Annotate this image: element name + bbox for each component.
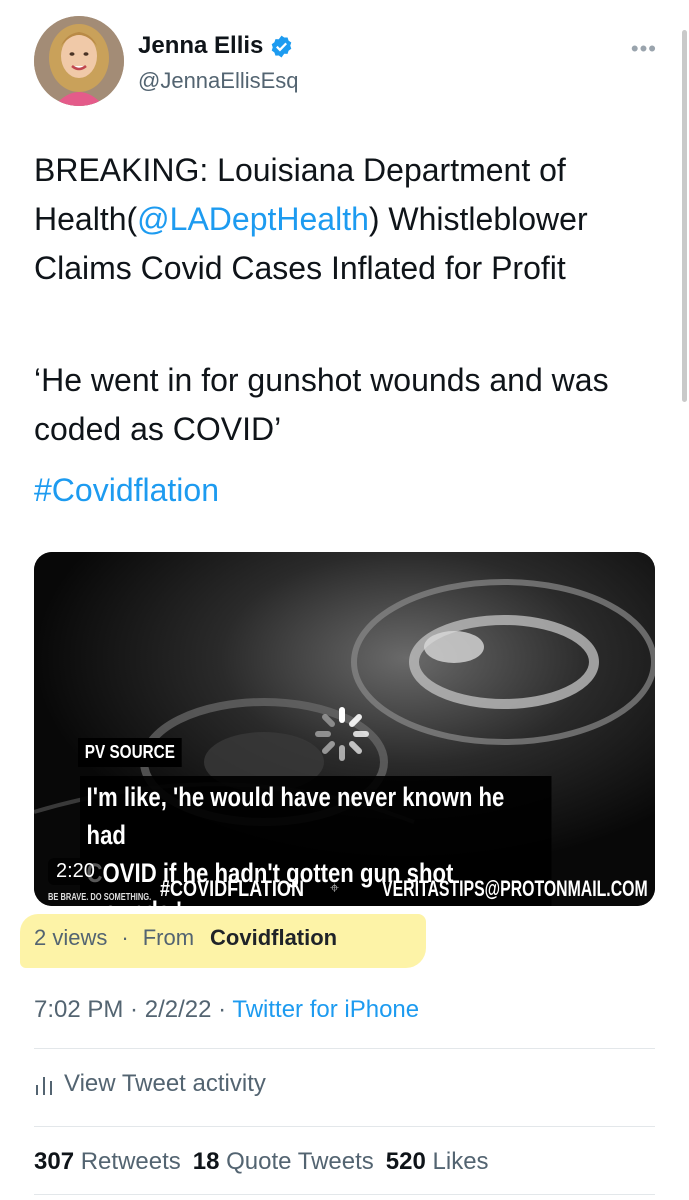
- crosshair-icon: ⌖: [330, 880, 340, 897]
- hashtag-overlay: #COVIDFLATION: [160, 876, 304, 901]
- avatar[interactable]: [34, 16, 124, 106]
- view-tweet-activity-button[interactable]: View Tweet activity: [34, 1070, 266, 1098]
- likes-count: 520: [385, 1148, 426, 1175]
- view-count: 2 views: [34, 925, 108, 950]
- from-label: From: [142, 925, 195, 950]
- view-tweet-activity-label: View Tweet activity: [64, 1070, 266, 1097]
- author-handle[interactable]: @JennaEllisEsq: [138, 68, 299, 94]
- activity-chart-icon: [36, 1077, 52, 1095]
- video-player[interactable]: PV SOURCE I'm like, 'he would have never…: [34, 552, 655, 906]
- separator-dot: ·: [211, 996, 233, 1023]
- divider: [34, 1194, 655, 1195]
- video-duration-badge: 2:20: [48, 858, 103, 885]
- mention-link[interactable]: @LADeptHealth: [137, 201, 369, 237]
- divider: [34, 1048, 655, 1049]
- more-options-icon[interactable]: •••: [631, 36, 657, 62]
- likes-stat[interactable]: 520 Likes: [386, 1148, 489, 1175]
- separator-dot: ·: [121, 925, 129, 950]
- quote-tweets-label: Quote Tweets: [226, 1148, 374, 1175]
- views-row: 2 views · From Covidflation: [34, 925, 337, 951]
- name-row[interactable]: Jenna Ellis: [138, 32, 294, 60]
- likes-label: Likes: [432, 1148, 489, 1175]
- divider: [34, 1126, 655, 1127]
- tweet-date[interactable]: 2/2/22: [145, 996, 212, 1023]
- tweet-source-link[interactable]: Twitter for iPhone: [232, 996, 419, 1023]
- loading-spinner-icon: [315, 707, 369, 761]
- tweet-time[interactable]: 7:02 PM: [34, 996, 123, 1023]
- retweets-label: Retweets: [80, 1148, 181, 1175]
- author-display-name[interactable]: Jenna Ellis: [138, 32, 263, 60]
- verified-badge-icon: [272, 35, 292, 57]
- caption-line: I'm like, 'he would have never known he …: [86, 782, 505, 850]
- tweet-text-main: BREAKING: Louisiana Department of Health…: [34, 146, 664, 293]
- quote-tweets-stat[interactable]: 18 Quote Tweets: [193, 1148, 374, 1175]
- engagement-stats: 307 Retweets 18 Quote Tweets 520 Likes: [34, 1148, 489, 1176]
- tweet-meta-row: 7:02 PM · 2/2/22 · Twitter for iPhone: [34, 996, 419, 1024]
- scrollbar[interactable]: [682, 30, 687, 402]
- brand-tagline: BE BRAVE. DO SOMETHING.: [48, 892, 152, 903]
- from-source-link[interactable]: Covidflation: [210, 925, 337, 951]
- hashtag-link[interactable]: #Covidflation: [34, 466, 664, 515]
- quote-tweets-count: 18: [192, 1148, 220, 1175]
- tweet-quote-text: ‘He went in for gunshot wounds and was c…: [34, 362, 609, 447]
- separator-dot: ·: [123, 996, 145, 1023]
- tweet-header: Jenna Ellis @JennaEllisEsq •••: [34, 16, 659, 112]
- pv-source-label: PV SOURCE: [78, 738, 182, 767]
- email-overlay: VERITASTIPS@PROTONMAIL.COM: [382, 876, 648, 901]
- retweets-stat[interactable]: 307 Retweets: [34, 1148, 181, 1175]
- retweets-count: 307: [34, 1148, 75, 1175]
